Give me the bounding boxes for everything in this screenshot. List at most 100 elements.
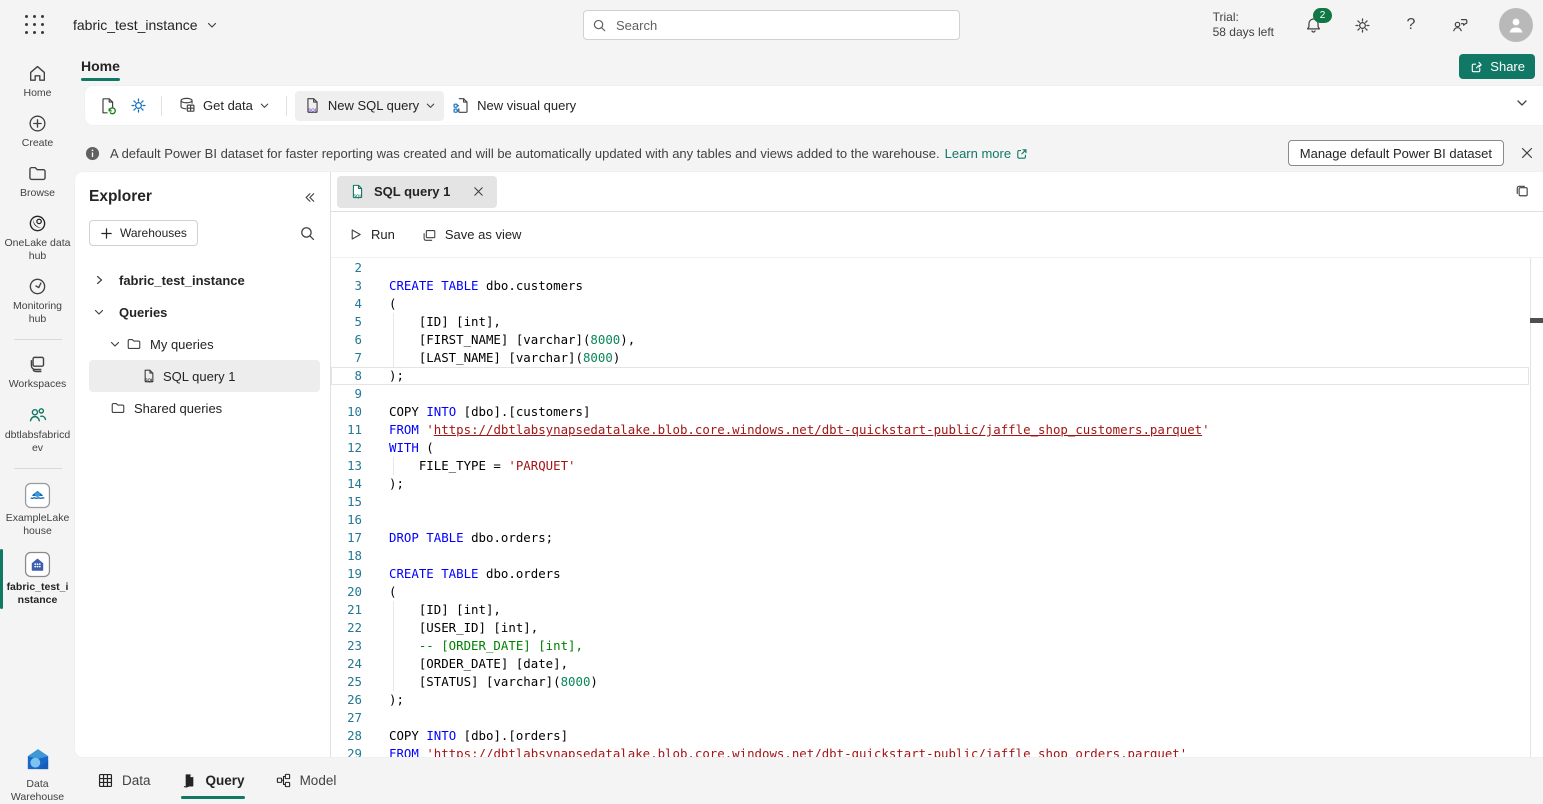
explorer-search-icon[interactable] xyxy=(299,225,316,242)
code-line-3[interactable]: 3CREATE TABLE dbo.customers xyxy=(331,277,1529,295)
view-tab-label: Query xyxy=(206,773,245,788)
sql-code-editor[interactable]: 23CREATE TABLE dbo.customers4(5 [ID] [in… xyxy=(331,258,1543,757)
code-line-25[interactable]: 25 [STATUS] [varchar](8000) xyxy=(331,673,1529,691)
tab-sql-query-1[interactable]: SQL SQL query 1 xyxy=(337,176,497,208)
code-line-8[interactable]: 8); xyxy=(331,367,1529,385)
code-line-21[interactable]: 21 [ID] [int], xyxy=(331,601,1529,619)
editor-scrollbar-thumb[interactable] xyxy=(1530,318,1543,323)
view-tab-query[interactable]: Query xyxy=(181,768,245,793)
code-line-10[interactable]: 10COPY INTO [dbo].[customers] xyxy=(331,403,1529,421)
settings-gear-button[interactable] xyxy=(123,91,153,121)
sidebar-item-data-warehouse[interactable]: Data Warehouse xyxy=(0,745,75,804)
user-avatar[interactable] xyxy=(1499,8,1533,42)
manage-default-dataset-button[interactable]: Manage default Power BI dataset xyxy=(1288,140,1504,166)
learn-more-link[interactable]: Learn more xyxy=(945,146,1028,161)
code-line-17[interactable]: 17DROP TABLE dbo.orders; xyxy=(331,529,1529,547)
search-input[interactable] xyxy=(614,17,951,34)
code-line-6[interactable]: 6 [FIRST_NAME] [varchar](8000), xyxy=(331,331,1529,349)
tree-item-fabric-test-instance[interactable]: fabric_test_instance xyxy=(89,264,320,296)
code-line-12[interactable]: 12WITH ( xyxy=(331,439,1529,457)
dismiss-banner-icon[interactable] xyxy=(1520,146,1534,160)
code-line-29[interactable]: 29FROM 'https://dbtlabsynapsedatalake.bl… xyxy=(331,745,1529,757)
code-line-2[interactable]: 2 xyxy=(331,259,1529,277)
tree-item-shared-queries[interactable]: Shared queries xyxy=(89,392,320,424)
new-visual-query-button[interactable]: New visual query xyxy=(444,91,584,121)
collapse-ribbon-icon[interactable] xyxy=(1515,96,1529,110)
settings-button[interactable] xyxy=(1352,15,1372,35)
copy-icon[interactable] xyxy=(1513,183,1530,200)
sidebar-item-onelake-data-hub[interactable]: OneLake data hub xyxy=(0,213,75,263)
tree-item-label: Shared queries xyxy=(134,401,222,416)
collapse-panel-icon[interactable] xyxy=(301,190,316,205)
code-line-13[interactable]: 13 FILE_TYPE = 'PARQUET' xyxy=(331,457,1529,475)
chevron-down-icon xyxy=(206,19,218,31)
sidebar-item-dbtlabsfabricdev[interactable]: dbtlabsfabricdev xyxy=(0,404,75,455)
code-line-9[interactable]: 9 xyxy=(331,385,1529,403)
notifications-button[interactable]: 2 xyxy=(1303,15,1323,35)
line-number: 15 xyxy=(331,493,362,511)
sidebar-item-browse[interactable]: Browse xyxy=(0,163,75,200)
tree-item-queries[interactable]: Queries xyxy=(89,296,320,328)
view-tab-model[interactable]: Model xyxy=(275,768,337,793)
code-text xyxy=(362,511,389,529)
workspace-switcher[interactable]: fabric_test_instance xyxy=(73,17,218,33)
sidebar-item-fabric-test-instance[interactable]: fabric_test_instance xyxy=(0,551,75,607)
share-button[interactable]: Share xyxy=(1459,54,1535,79)
code-line-4[interactable]: 4( xyxy=(331,295,1529,313)
code-line-15[interactable]: 15 xyxy=(331,493,1529,511)
code-line-11[interactable]: 11FROM 'https://dbtlabsynapsedatalake.bl… xyxy=(331,421,1529,439)
line-number: 13 xyxy=(331,457,362,475)
code-line-14[interactable]: 14); xyxy=(331,475,1529,493)
code-line-5[interactable]: 5 [ID] [int], xyxy=(331,313,1529,331)
code-line-18[interactable]: 18 xyxy=(331,547,1529,565)
indent-guide xyxy=(393,457,394,475)
sidebar-item-examplelakehouse[interactable]: ExampleLakehouse xyxy=(0,482,75,538)
close-tab-icon[interactable] xyxy=(472,185,485,198)
sidebar-item-home[interactable]: Home xyxy=(0,63,75,100)
add-warehouses-button[interactable]: Warehouses xyxy=(89,220,198,246)
code-text: DROP TABLE dbo.orders; xyxy=(362,529,553,547)
chevron-down-icon xyxy=(425,100,436,111)
refresh-document-button[interactable] xyxy=(93,91,123,121)
code-line-23[interactable]: 23 -- [ORDER_DATE] [int], xyxy=(331,637,1529,655)
code-line-19[interactable]: 19CREATE TABLE dbo.orders xyxy=(331,565,1529,583)
tab-home[interactable]: Home xyxy=(81,58,120,76)
svg-text:SQL: SQL xyxy=(145,378,154,383)
chevron-right-icon[interactable] xyxy=(91,272,107,288)
line-number: 11 xyxy=(331,421,362,439)
code-line-28[interactable]: 28COPY INTO [dbo].[orders] xyxy=(331,727,1529,745)
chevron-down-icon[interactable] xyxy=(91,304,107,320)
learn-more-label: Learn more xyxy=(945,146,1011,161)
app-launcher-icon[interactable] xyxy=(25,15,45,35)
create-icon xyxy=(27,113,48,134)
indent-guide xyxy=(393,313,394,331)
help-icon: ? xyxy=(1407,16,1416,34)
new-sql-query-button[interactable]: SQL New SQL query xyxy=(295,91,444,121)
indent-guide xyxy=(393,637,394,655)
line-number: 6 xyxy=(331,331,362,349)
get-data-button[interactable]: Get data xyxy=(170,91,278,121)
sidebar-item-create[interactable]: Create xyxy=(0,113,75,150)
code-line-27[interactable]: 27 xyxy=(331,709,1529,727)
save-as-view-button[interactable]: Save as view xyxy=(421,227,522,243)
code-text: CREATE TABLE dbo.orders xyxy=(362,565,561,583)
code-line-24[interactable]: 24 [ORDER_DATE] [date], xyxy=(331,655,1529,673)
code-line-20[interactable]: 20( xyxy=(331,583,1529,601)
tree-item-sql-query-1[interactable]: SQLSQL query 1 xyxy=(89,360,320,392)
tree-item-my-queries[interactable]: My queries xyxy=(89,328,320,360)
help-button[interactable]: ? xyxy=(1401,15,1421,35)
code-line-22[interactable]: 22 [USER_ID] [int], xyxy=(331,619,1529,637)
line-number: 8 xyxy=(331,367,362,385)
code-line-16[interactable]: 16 xyxy=(331,511,1529,529)
folder-icon xyxy=(110,400,126,416)
explorer-title: Explorer xyxy=(89,188,152,206)
feedback-button[interactable] xyxy=(1450,15,1470,35)
sidebar-item-monitoring-hub[interactable]: Monitoring hub xyxy=(0,276,75,326)
view-tab-data[interactable]: Data xyxy=(97,768,151,793)
sidebar-item-workspaces[interactable]: Workspaces xyxy=(0,353,75,391)
code-line-26[interactable]: 26); xyxy=(331,691,1529,709)
chevron-down-icon[interactable] xyxy=(107,336,123,352)
run-button[interactable]: Run xyxy=(348,227,395,242)
global-search[interactable] xyxy=(583,10,960,40)
code-line-7[interactable]: 7 [LAST_NAME] [varchar](8000) xyxy=(331,349,1529,367)
